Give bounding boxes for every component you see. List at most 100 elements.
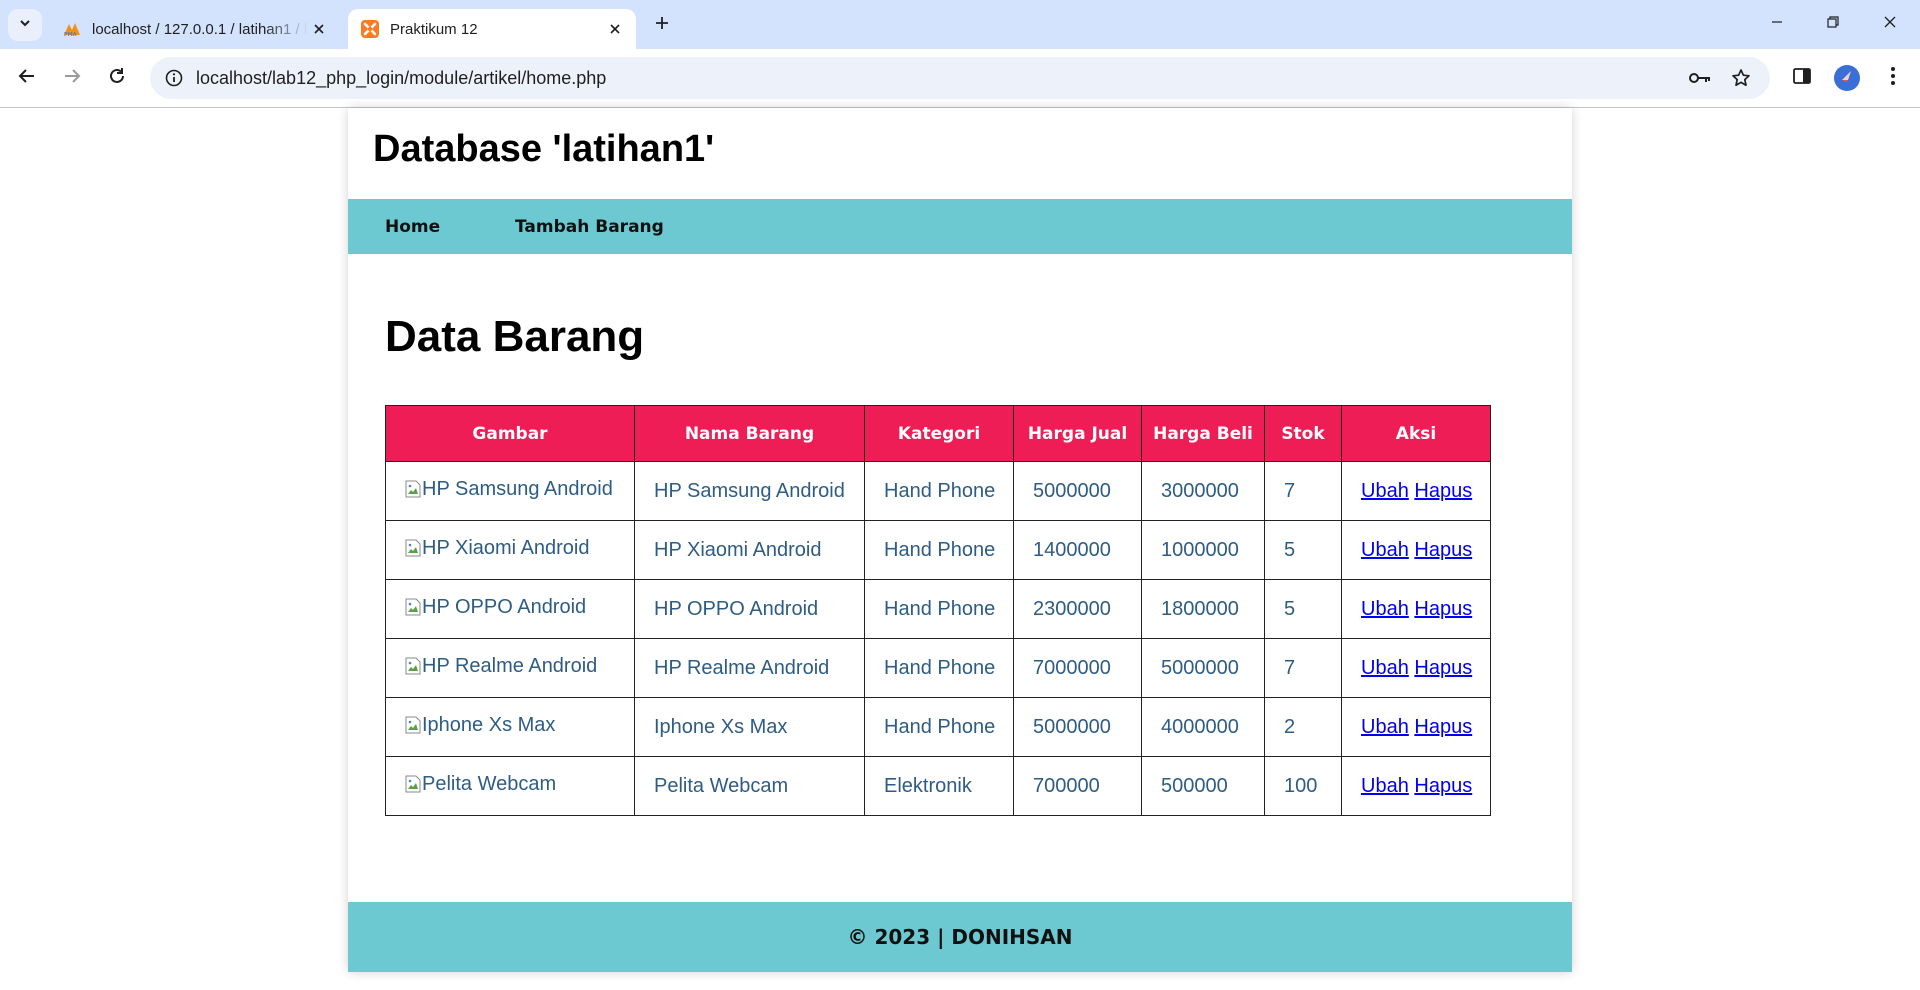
- cell-harga-beli: 1000000: [1141, 520, 1265, 580]
- nav-home-link[interactable]: Home: [385, 217, 440, 237]
- tab-praktikum[interactable]: Praktikum 12: [348, 9, 636, 49]
- minimize-icon: [1770, 15, 1784, 34]
- cell-kategori: Hand Phone: [864, 697, 1014, 757]
- cell-kategori: Hand Phone: [864, 520, 1014, 580]
- url-text[interactable]: localhost/lab12_php_login/module/artikel…: [196, 68, 606, 89]
- ubah-link[interactable]: Ubah: [1361, 598, 1409, 620]
- forward-button[interactable]: [54, 60, 90, 96]
- cell-kategori: Hand Phone: [864, 579, 1014, 639]
- column-header-nama-barang: Nama Barang: [634, 405, 865, 462]
- hapus-link[interactable]: Hapus: [1414, 539, 1472, 561]
- page-heading: Data Barang: [385, 312, 645, 361]
- cell-aksi: Ubah Hapus: [1341, 638, 1491, 698]
- tab-search-button[interactable]: [8, 9, 42, 41]
- product-image: Pelita Webcam: [405, 773, 556, 796]
- close-tab-icon[interactable]: [604, 18, 626, 40]
- hapus-link[interactable]: Hapus: [1414, 716, 1472, 738]
- back-button[interactable]: [9, 60, 45, 96]
- column-header-gambar: Gambar: [385, 405, 635, 462]
- chevron-down-icon: [18, 16, 32, 35]
- minimize-button[interactable]: [1757, 8, 1797, 40]
- address-bar[interactable]: localhost/lab12_php_login/module/artikel…: [150, 57, 1770, 99]
- ubah-link[interactable]: Ubah: [1361, 539, 1409, 561]
- cell-aksi: Ubah Hapus: [1341, 756, 1491, 816]
- restore-button[interactable]: [1813, 8, 1853, 40]
- tab-title: Praktikum 12: [390, 20, 478, 38]
- column-header-harga-jual: Harga Jual: [1013, 405, 1142, 462]
- cell-harga-beli: 4000000: [1141, 697, 1265, 757]
- cell-nama-barang: HP Xiaomi Android: [634, 520, 865, 580]
- product-image: HP Realme Android: [405, 655, 597, 678]
- cell-harga-beli: 1800000: [1141, 579, 1265, 639]
- xampp-favicon-icon: [360, 19, 380, 39]
- product-image-alt-text: Iphone Xs Max: [422, 713, 556, 736]
- hapus-link[interactable]: Hapus: [1414, 480, 1472, 502]
- cell-stok: 5: [1264, 520, 1342, 580]
- reload-button[interactable]: [99, 60, 135, 96]
- column-header-stok: Stok: [1264, 405, 1342, 462]
- cell-stok: 7: [1264, 638, 1342, 698]
- site-footer: © 2023 | DONIHSAN: [348, 902, 1572, 972]
- product-image-alt-text: HP OPPO Android: [422, 595, 587, 618]
- table-row: HP Samsung Android HP Samsung Android Hand…: [385, 461, 1491, 521]
- product-image-alt-text: HP Samsung Android: [422, 477, 613, 500]
- side-panel-button[interactable]: [1787, 63, 1817, 93]
- product-image: HP OPPO Android: [405, 596, 586, 619]
- ubah-link[interactable]: Ubah: [1361, 716, 1409, 738]
- cell-gambar: HP Samsung Android: [385, 461, 635, 521]
- column-header-harga-beli: Harga Beli: [1141, 405, 1265, 462]
- cell-nama-barang: HP OPPO Android: [634, 579, 865, 639]
- cell-harga-beli: 3000000: [1141, 461, 1265, 521]
- page-viewport: Database 'latihan1' Home Tambah Barang D…: [0, 108, 1920, 990]
- broken-image-icon: [405, 480, 421, 498]
- cell-harga-jual: 700000: [1013, 756, 1142, 816]
- cell-kategori: Hand Phone: [864, 461, 1014, 521]
- table-body: HP Samsung Android HP Samsung Android Hand…: [385, 461, 1491, 816]
- cell-aksi: Ubah Hapus: [1341, 520, 1491, 580]
- tab-phpmyadmin[interactable]: PMA localhost / 127.0.0.1 / latihan1 / b…: [50, 9, 340, 49]
- close-tab-icon[interactable]: [308, 18, 330, 40]
- svg-text:PMA: PMA: [64, 32, 77, 37]
- site-title: Database 'latihan1': [373, 128, 715, 170]
- profile-icon: [1839, 68, 1855, 89]
- cell-gambar: HP OPPO Android: [385, 579, 635, 639]
- profile-avatar[interactable]: [1834, 65, 1860, 91]
- nav-tambah-barang-link[interactable]: Tambah Barang: [515, 217, 664, 237]
- cell-nama-barang: HP Samsung Android: [634, 461, 865, 521]
- cell-gambar: Pelita Webcam: [385, 756, 635, 816]
- close-icon: [1883, 15, 1897, 34]
- cell-harga-jual: 1400000: [1013, 520, 1142, 580]
- cell-aksi: Ubah Hapus: [1341, 697, 1491, 757]
- site-info-icon[interactable]: [162, 66, 186, 90]
- cell-aksi: Ubah Hapus: [1341, 579, 1491, 639]
- column-header-aksi: Aksi: [1341, 405, 1491, 462]
- hapus-link[interactable]: Hapus: [1414, 657, 1472, 679]
- cell-gambar: Iphone Xs Max: [385, 697, 635, 757]
- restore-icon: [1826, 15, 1840, 34]
- table-row: HP OPPO Android HP OPPO Android Hand Phone…: [385, 579, 1491, 639]
- password-key-icon[interactable]: [1688, 66, 1712, 90]
- browser-toolbar: localhost/lab12_php_login/module/artikel…: [0, 49, 1920, 108]
- table-header-row: Gambar Nama Barang Kategori Harga Jual H…: [385, 405, 1491, 462]
- ubah-link[interactable]: Ubah: [1361, 480, 1409, 502]
- hapus-link[interactable]: Hapus: [1414, 598, 1472, 620]
- cell-harga-jual: 2300000: [1013, 579, 1142, 639]
- ubah-link[interactable]: Ubah: [1361, 775, 1409, 797]
- plus-icon: [654, 15, 670, 36]
- cell-nama-barang: HP Realme Android: [634, 638, 865, 698]
- broken-image-icon: [405, 539, 421, 557]
- broken-image-icon: [405, 598, 421, 616]
- close-window-button[interactable]: [1870, 8, 1910, 40]
- product-image-alt-text: HP Xiaomi Android: [422, 536, 590, 559]
- product-image-alt-text: HP Realme Android: [422, 654, 598, 677]
- bookmark-star-icon[interactable]: [1729, 66, 1753, 90]
- table-row: HP Realme Android HP Realme Android Hand P…: [385, 638, 1491, 698]
- site-header: Database 'latihan1': [348, 108, 1572, 199]
- ubah-link[interactable]: Ubah: [1361, 657, 1409, 679]
- browser-menu-button[interactable]: [1878, 63, 1908, 93]
- hapus-link[interactable]: Hapus: [1414, 775, 1472, 797]
- broken-image-icon: [405, 775, 421, 793]
- cell-stok: 5: [1264, 579, 1342, 639]
- data-barang-table: Gambar Nama Barang Kategori Harga Jual H…: [385, 405, 1491, 816]
- new-tab-button[interactable]: [648, 11, 676, 39]
